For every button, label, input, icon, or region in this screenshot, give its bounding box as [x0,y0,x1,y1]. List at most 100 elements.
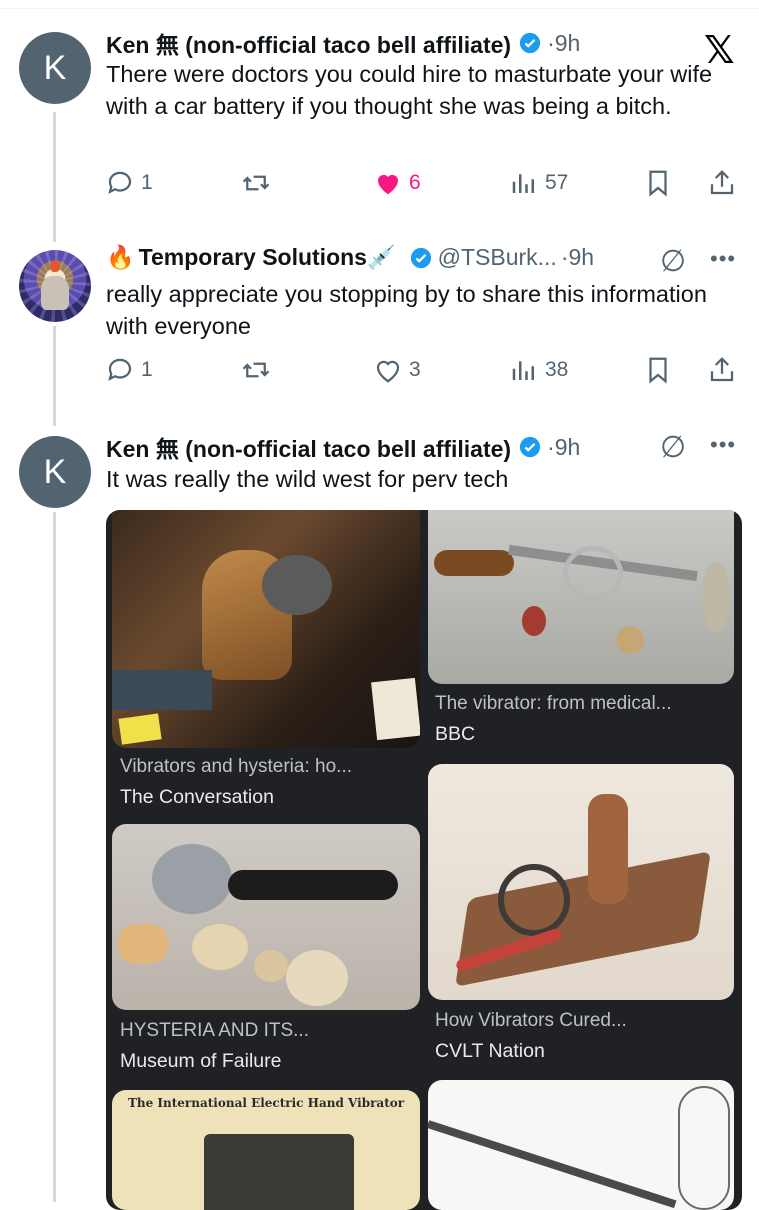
drill-gear [563,546,623,600]
attachment [192,924,248,970]
retweet-icon [242,362,270,378]
poster-title: The International Electric Hand Vibrator [127,1096,405,1110]
machine-boiler [588,794,628,904]
result-image[interactable] [112,824,420,1010]
result-source[interactable]: The Conversation [120,786,274,809]
views-icon [512,361,534,380]
timestamp[interactable]: 9h [555,434,581,461]
avatar-figure [41,276,69,310]
device-motor [262,555,332,615]
result-title[interactable]: How Vibrators Cured... [435,1010,627,1032]
tweet-text: It was really the wild west for perv tec… [106,466,509,492]
heart-icon [378,174,398,195]
bookmark-button[interactable] [643,168,673,198]
attachment-ball [616,626,644,654]
verified-badge-icon [520,436,541,458]
reply-icon [108,358,132,381]
retweet-button[interactable] [241,168,271,198]
avatar[interactable]: K [19,32,91,104]
view-count: 38 [545,358,569,381]
top-divider [0,8,759,9]
bookmark-button[interactable] [643,355,673,385]
bookmark-icon [649,357,667,384]
grok-icon[interactable]: ∅ [660,430,686,465]
museum-label [371,677,420,741]
tweet-text: really appreciate you stopping by to sha… [106,281,707,339]
result-title[interactable]: Vibrators and hysteria: ho... [120,756,352,778]
verified-badge-icon [410,247,431,268]
result-source[interactable]: Museum of Failure [120,1050,281,1073]
result-title[interactable]: HYSTERIA AND ITS... [120,1020,309,1042]
device-head [152,844,232,914]
separator: · [560,244,569,270]
separator: · [547,433,555,460]
retweet-icon [242,175,270,191]
share-icon [710,357,734,382]
device-handle [228,870,398,900]
attachment [254,950,288,982]
bookmark-icon [649,170,667,197]
result-image[interactable] [428,1080,734,1210]
share-button[interactable] [707,168,737,198]
share-icon [710,170,734,195]
illustration-rod [428,1120,677,1209]
separator: · [547,29,555,56]
result-image[interactable] [428,764,734,1000]
result-title[interactable]: The vibrator: from medical... [435,693,672,715]
reply-count: 1 [141,358,153,381]
avatar-ember [50,260,60,272]
tweet-header: Ken 無 (non-official taco bell affiliate)… [106,430,580,464]
attachment [118,924,168,964]
display-name[interactable]: Ken 無 (non-official taco bell affiliate) [106,430,511,464]
share-button[interactable] [707,355,737,385]
attached-image[interactable]: Vibrators and hysteria: ho... The Conver… [106,510,742,1210]
grok-icon[interactable]: ∅ [660,244,686,279]
display-name[interactable]: Ken 無 (non-official taco bell affiliate) [106,26,511,60]
more-options-icon[interactable]: ••• [710,432,736,458]
tweet-text: There were doctors you could hire to mas… [106,61,713,119]
views-button[interactable]: 38 [509,355,568,385]
tweet-actions: 1 6 57 [105,168,745,204]
drill-handle [434,550,514,576]
like-button[interactable]: 3 [373,355,421,385]
like-count: 3 [409,358,421,381]
fire-emoji: 🔥 [106,244,135,270]
avatar[interactable] [19,250,91,322]
like-count: 6 [409,171,421,194]
reply-button[interactable]: 1 [105,355,153,385]
result-image[interactable]: The International Electric Hand Vibrator [112,1090,420,1210]
result-source[interactable]: CVLT Nation [435,1040,545,1063]
reply-icon [108,171,132,194]
machine-wheel [498,864,570,936]
result-source[interactable]: BBC [435,723,475,746]
attachment [286,950,348,1006]
result-image[interactable] [112,510,420,748]
yellow-label [118,713,162,745]
user-handle[interactable]: @TSBurk... [438,244,557,271]
reply-count: 1 [141,171,153,194]
views-button[interactable]: 57 [509,168,568,198]
views-icon [512,174,534,193]
timestamp[interactable]: 9h [568,244,594,271]
more-options-icon[interactable]: ••• [710,246,736,272]
heart-icon [376,360,400,383]
timestamp[interactable]: 9h [555,30,581,57]
display-plaque [112,670,212,710]
verified-badge-icon [520,32,541,54]
thread-connector [53,112,56,242]
reply-button[interactable]: 1 [105,168,153,198]
retweet-button[interactable] [241,355,271,385]
attachment-red [522,606,546,636]
machine-base [455,851,711,987]
illustration-figure [678,1086,730,1210]
thread-connector [53,326,56,426]
result-image[interactable] [428,510,734,684]
like-button[interactable]: 6 [373,168,421,198]
tweet-actions: 1 3 38 [105,355,745,391]
avatar[interactable]: K [19,436,91,508]
tweet-header: Ken 無 (non-official taco bell affiliate)… [106,26,580,60]
thread-connector [53,512,56,1202]
display-name[interactable]: Temporary Solutions [139,244,367,271]
view-count: 57 [545,171,569,194]
syringe-emoji: 💉 [366,244,396,270]
